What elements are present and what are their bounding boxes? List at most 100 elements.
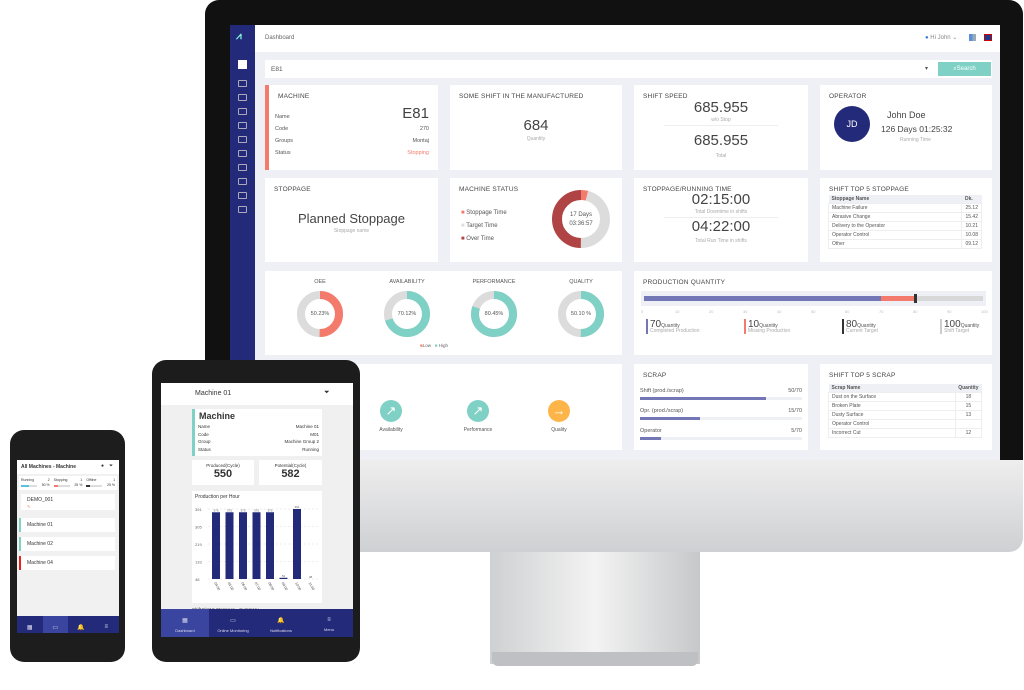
group-card[interactable]: DEMO_001 ✎	[21, 494, 115, 510]
users-icon[interactable]	[238, 192, 247, 199]
detail-value: Stopping	[407, 150, 429, 156]
settings-icon[interactable]: ●	[101, 463, 104, 469]
monitor-icon[interactable]	[238, 150, 247, 157]
status-stat: Running 2 50 %	[19, 476, 52, 490]
stoppage-card: STOPPAGE Planned Stoppage Stoppage name	[265, 178, 438, 262]
nav-menu[interactable]: ≡Menu	[94, 616, 120, 633]
chevron-down-icon[interactable]: ▾	[925, 65, 928, 72]
top-stoppage-card: SHIFT TOP 5 STOPPAGE Stoppage Name Dk. Mac…	[820, 178, 992, 262]
user-greeting: Hi John	[930, 35, 951, 41]
runtime-value: 04:22:00	[691, 218, 751, 235]
shift-manufactured-card: SOME SHIFT IN THE MANUFACTURED 684 Quant…	[450, 85, 622, 170]
item-label: Missing Production	[748, 328, 791, 334]
bar-chart-icon[interactable]	[238, 122, 247, 129]
detail-value: 270	[419, 126, 429, 132]
nav-dashboard[interactable]: ▦Dashboard	[17, 616, 43, 633]
filter-icon[interactable]: ⏷	[109, 463, 113, 469]
machine-list-item[interactable]: Machine 02	[19, 537, 115, 551]
nav-notifications[interactable]: 🔔Notifications	[257, 609, 305, 637]
axis-tick: 40	[777, 309, 782, 314]
bar	[252, 512, 261, 579]
bar	[212, 512, 220, 579]
machine-search-select[interactable]: E81 ▾	[265, 60, 992, 78]
phone-app: All Machines - Machine ● ⏷ Running 2 50 % S…	[17, 460, 119, 633]
cell-name: Abrasive Change	[827, 212, 963, 222]
bar-label: 375	[240, 508, 245, 512]
top-scrap-table: Scrap Name Quantity Dust on the Surface 18 B…	[828, 384, 983, 438]
user-menu[interactable]: ● Hi John ⌄	[925, 34, 957, 41]
dashboard-icon[interactable]	[238, 60, 247, 69]
status-center: 17 Days 03:36:57	[550, 211, 612, 229]
stoppage-running-card: STOPPAGE/RUNNING TIME 02:15:00 Total Dow…	[634, 178, 808, 262]
nav-online-monitoring[interactable]: ▭Online Monitoring	[42, 616, 68, 633]
detail-value: M01	[310, 431, 319, 437]
produced-label: Produced(Cycle)	[206, 463, 240, 468]
detail-row: Name	[275, 111, 429, 123]
camera-icon[interactable]	[238, 80, 247, 87]
card-title: Machine	[199, 411, 236, 421]
inbox-icon[interactable]	[238, 178, 247, 185]
nav-menu[interactable]: ≡Menu	[305, 609, 353, 637]
scrap-value: 15/70	[788, 408, 802, 414]
grid-icon[interactable]	[238, 136, 247, 143]
phone-bottom-nav: ▦Dashboard▭Online Monitoring🔔Notificatio…	[17, 616, 119, 633]
card-title: OPERATOR	[829, 93, 867, 100]
stat-label: Offline	[86, 478, 97, 482]
scrap-fill	[640, 397, 767, 400]
table-row: Abrasive Change 15.42	[827, 212, 982, 222]
gauge-title: OEE	[314, 279, 326, 285]
cell-name: Dust on the Surface	[828, 392, 956, 402]
detail-value: Machine Group 2	[284, 439, 319, 444]
scrap-bar	[640, 397, 802, 400]
legend-stoppage: ■ Stoppage Time	[461, 210, 507, 216]
potential-card: Potential(Cycle) 582	[259, 460, 322, 485]
detail-key: Status	[275, 150, 291, 156]
table-row: Operator Control 10.08	[827, 230, 982, 240]
nav-online-monitoring[interactable]: ▭Online Monitoring	[209, 609, 257, 637]
calendar-icon[interactable]	[238, 164, 247, 171]
filter-icon[interactable]: ⏷	[324, 389, 330, 397]
gauge-value: 50.10 %	[570, 311, 592, 317]
nav-notifications[interactable]: 🔔Notifications	[68, 616, 94, 633]
nav-label: Menu	[94, 630, 120, 633]
machine-card: MACHINE E81 Name Code 270 Groups Montaj Statu…	[265, 85, 438, 170]
production-axis: 0 10 20 30 40 50 60 70 80 90 100	[641, 309, 988, 315]
downtime-value: 02:15:00	[691, 191, 751, 208]
table-row: Operator Control	[828, 419, 983, 429]
axis-tick: 80	[913, 309, 918, 314]
bar	[225, 512, 234, 579]
apps-icon[interactable]	[969, 34, 976, 41]
machine-list-item[interactable]: Machine 01	[19, 518, 115, 532]
bar	[293, 509, 301, 579]
clipboard-icon[interactable]	[238, 206, 247, 213]
produced-card: Produced(Cycle) 550	[192, 460, 254, 485]
edit-icon[interactable]: ✎	[27, 504, 30, 509]
column-header: Quantity	[955, 384, 982, 393]
axis-tick: 30	[743, 309, 748, 314]
menu-icon: ≡	[327, 617, 331, 623]
card-title: MACHINE STATUS	[459, 186, 519, 193]
runtime-label: Total Run Time in shifts	[695, 238, 747, 244]
running-time-label: Running Time	[900, 137, 931, 143]
cell-value: 12	[954, 428, 983, 438]
nav-dashboard[interactable]: ▦Dashboard	[161, 609, 209, 637]
uk-flag-icon[interactable]	[984, 34, 992, 41]
production-quantity-card: PRODUCTION QUANTITY 0 10 20 30 40 50 60 70 80 90 1…	[634, 271, 992, 355]
scrap-label: Operator	[640, 428, 662, 434]
detail-key: Status	[198, 446, 211, 452]
status-legend: ■ Stoppage Time ■ Target Time ■ Over Tim…	[461, 207, 507, 246]
bar	[266, 512, 274, 579]
line-chart-icon[interactable]	[238, 108, 247, 115]
cell-name: Delivery to the Operator	[827, 221, 963, 231]
detail-key: Name	[198, 424, 211, 429]
card-title: MACHINE	[278, 93, 310, 100]
detail-row: Code M01	[198, 431, 319, 439]
list-icon[interactable]	[238, 94, 247, 101]
machine-list-item[interactable]: Machine 04	[19, 556, 115, 570]
axis-tick: 0	[641, 309, 644, 314]
stat-label: Running	[21, 478, 35, 482]
nav-label: Online Monitoring	[217, 628, 249, 633]
gauge-legend: ■Low ■ High	[420, 343, 448, 348]
breadcrumb: Dashboard	[265, 35, 295, 41]
search-button[interactable]: ⌕Search	[938, 62, 991, 76]
